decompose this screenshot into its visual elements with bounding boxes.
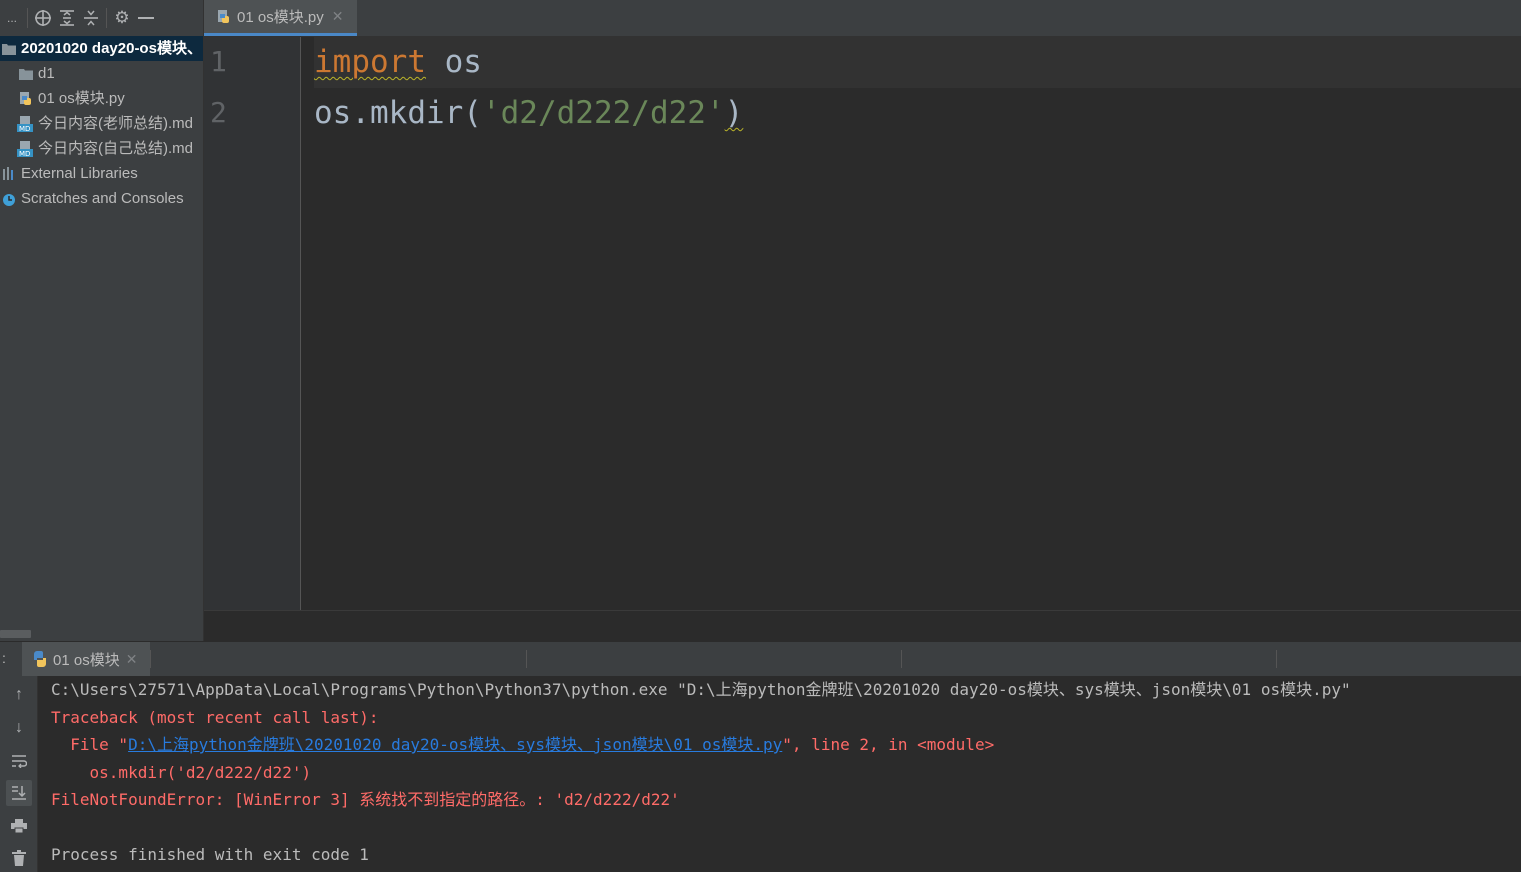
- code-text: os: [425, 44, 482, 80]
- tree-item-project-root[interactable]: 20201020 day20-os模块、: [0, 36, 203, 61]
- python-file-icon: [17, 91, 35, 107]
- minimize-icon: [138, 17, 154, 19]
- line-number: 2: [210, 96, 227, 129]
- svg-text:MD: MD: [19, 150, 30, 157]
- tree-item-os-module-py[interactable]: 01 os模块.py: [0, 86, 203, 111]
- toolbar-divider: [106, 8, 107, 28]
- more-options-button[interactable]: ...: [0, 6, 24, 30]
- code-text: os.mkdir(: [314, 95, 482, 131]
- expand-all-button[interactable]: [55, 6, 79, 30]
- console-text: File ": [51, 735, 129, 754]
- string-literal: 'd2/d222/d22': [481, 95, 725, 131]
- library-icon: [0, 166, 18, 182]
- source-file-link[interactable]: D:\上海python金牌班\20201020 day20-os模块、sys模块…: [128, 735, 782, 754]
- locate-file-button[interactable]: [31, 6, 55, 30]
- run-side-toolbar: ↑ ↓: [0, 676, 38, 872]
- tree-item-d1[interactable]: d1: [0, 61, 203, 86]
- code-editor[interactable]: 1 2 import os os.mkdir('d2/d222/d22'): [204, 37, 1521, 610]
- scroll-to-end-icon: [12, 786, 26, 800]
- tree-item-label: d1: [38, 65, 55, 82]
- line-number: 1: [210, 45, 227, 78]
- project-tree: 20201020 day20-os模块、 d1 01 os模块.py MD 今日…: [0, 36, 203, 211]
- code-line-2[interactable]: os.mkdir('d2/d222/d22'): [314, 88, 1521, 139]
- run-tab-label: 01 os模块: [53, 651, 120, 669]
- tab-divider: [150, 650, 151, 668]
- tree-item-label: External Libraries: [21, 165, 138, 182]
- console-exit-line: Process finished with exit code 1: [51, 845, 369, 864]
- trash-icon: [12, 850, 26, 866]
- code-line-1[interactable]: import os: [314, 37, 1521, 88]
- console-command-line: C:\Users\27571\AppData\Local\Programs\Py…: [51, 680, 1351, 699]
- tree-item-notes-self-md[interactable]: MD 今日内容(自己总结).md: [0, 136, 203, 161]
- settings-button[interactable]: ⚙: [110, 6, 134, 30]
- import-keyword: import: [314, 44, 426, 80]
- python-file-icon: [216, 9, 232, 25]
- tree-item-label: 今日内容(自己总结).md: [38, 140, 193, 157]
- arrow-up-icon: ↑: [15, 686, 23, 703]
- python-run-icon: [32, 651, 48, 667]
- project-panel: ... ⚙ 20201020 day20-os模块、 d1 01 os模块.py: [0, 0, 204, 641]
- console-text: ", line 2, in <module>: [782, 735, 995, 754]
- console-traceback-line: Traceback (most recent call last):: [51, 708, 379, 727]
- editor-tab-bar: 01 os模块.py ✕: [204, 0, 1521, 37]
- crosshair-icon: [35, 10, 51, 26]
- tab-divider: [901, 650, 902, 668]
- line-number-gutter: 1 2: [204, 37, 301, 610]
- collapse-all-icon: [84, 10, 98, 26]
- console-error-line: FileNotFoundError: [WinError 3] 系统找不到指定的…: [51, 790, 680, 809]
- tab-os-module-py[interactable]: 01 os模块.py ✕: [204, 0, 357, 36]
- tab-label: 01 os模块.py: [237, 9, 324, 26]
- down-stack-button[interactable]: ↓: [6, 715, 32, 741]
- tree-item-label: 01 os模块.py: [38, 90, 125, 107]
- soft-wrap-icon: [12, 755, 27, 768]
- printer-icon: [11, 819, 27, 833]
- scroll-to-end-button[interactable]: [6, 780, 32, 806]
- run-console[interactable]: C:\Users\27571\AppData\Local\Programs\Py…: [38, 676, 1521, 872]
- tree-item-label: 20201020 day20-os模块、: [21, 40, 202, 57]
- tree-item-label: Scratches and Consoles: [21, 190, 184, 207]
- close-icon[interactable]: ✕: [126, 651, 138, 668]
- tab-divider: [1276, 650, 1277, 668]
- code-text: ): [724, 95, 744, 131]
- expand-all-icon: [60, 10, 74, 26]
- run-tab-bar: : 01 os模块 ✕: [0, 641, 1521, 677]
- console-code-echo-line: os.mkdir('d2/d222/d22'): [51, 763, 312, 782]
- console-file-line: File "D:\上海python金牌班\20201020 day20-os模块…: [51, 731, 994, 758]
- project-toolbar: ... ⚙: [0, 0, 203, 36]
- tree-item-notes-teacher-md[interactable]: MD 今日内容(老师总结).md: [0, 111, 203, 136]
- project-horizontal-scrollbar[interactable]: [0, 630, 31, 638]
- run-label: :: [2, 650, 6, 666]
- collapse-all-button[interactable]: [79, 6, 103, 30]
- tree-item-label: 今日内容(老师总结).md: [38, 115, 193, 132]
- markdown-file-icon: MD: [17, 115, 35, 132]
- tab-run-os-module[interactable]: 01 os模块 ✕: [22, 642, 150, 676]
- markdown-file-icon: MD: [17, 140, 35, 157]
- folder-icon: [17, 66, 35, 82]
- clear-console-button[interactable]: [6, 845, 32, 871]
- scratches-icon: [0, 191, 18, 207]
- toolbar-divider: [27, 8, 28, 28]
- svg-text:MD: MD: [19, 125, 30, 132]
- soft-wrap-button[interactable]: [6, 748, 32, 774]
- folder-icon: [0, 41, 18, 57]
- tree-item-scratches[interactable]: Scratches and Consoles: [0, 186, 203, 211]
- close-icon[interactable]: ✕: [332, 8, 344, 25]
- tree-item-external-libraries[interactable]: External Libraries: [0, 161, 203, 186]
- hide-panel-button[interactable]: [134, 6, 158, 30]
- up-stack-button[interactable]: ↑: [6, 682, 32, 708]
- tab-divider: [526, 650, 527, 668]
- ellipsis-label: ...: [6, 11, 17, 25]
- editor-bottom-area: [204, 610, 1521, 642]
- arrow-down-icon: ↓: [15, 719, 23, 736]
- gear-icon: ⚙: [114, 8, 130, 27]
- print-button[interactable]: [6, 813, 32, 839]
